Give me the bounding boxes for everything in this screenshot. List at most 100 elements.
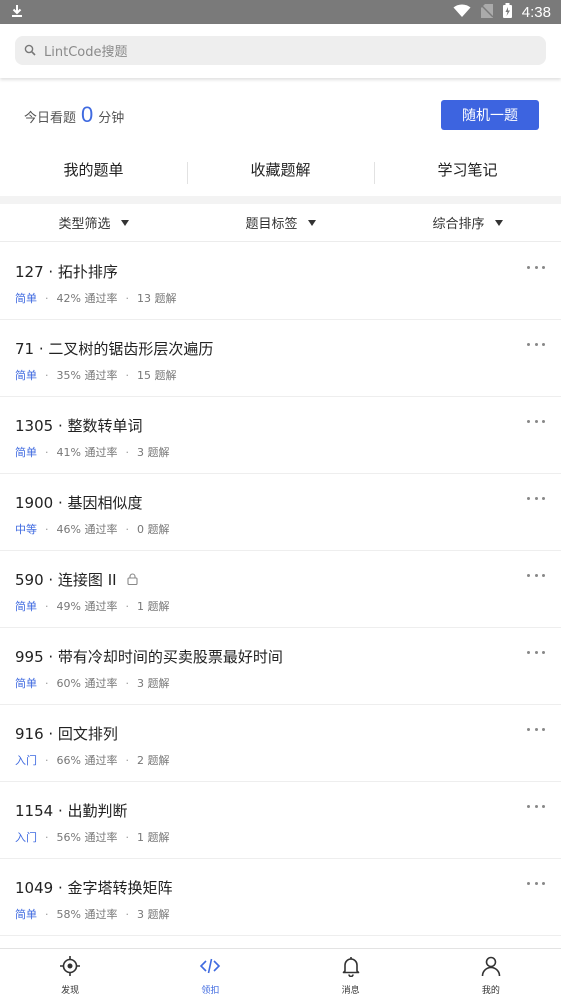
problem-title-text: 995 · 带有冷却时间的买卖股票最好时间 [15, 648, 283, 666]
list-item[interactable]: 995 · 带有冷却时间的买卖股票最好时间 简单 · 60% 通过率 · 3 题解 [0, 628, 561, 705]
more-options-icon[interactable] [527, 413, 545, 429]
search-placeholder: LintCode搜题 [44, 45, 128, 60]
nav-profile[interactable]: 我的 [421, 949, 561, 997]
user-icon [480, 955, 502, 981]
tab-my-lists[interactable]: 我的题单 [0, 159, 187, 180]
problem-title: 995 · 带有冷却时间的买卖股票最好时间 [15, 646, 283, 667]
filter-sort-label: 综合排序 [432, 217, 485, 232]
solution-count: 1 题解 [136, 831, 170, 844]
today-count: 0 [81, 102, 94, 127]
problem-title: 1049 · 金字塔转换矩阵 [15, 877, 172, 898]
search-input[interactable]: LintCode搜题 [15, 36, 546, 65]
list-item[interactable]: 916 · 回文排列 入门 · 66% 通过率 · 2 题解 [0, 705, 561, 782]
problem-meta: 入门 · 66% 通过率 · 2 题解 [15, 752, 169, 768]
more-options-icon[interactable] [527, 721, 545, 737]
list-item[interactable]: 1154 · 出勤判断 入门 · 56% 通过率 · 1 题解 [0, 782, 561, 859]
today-stats-row: 今日看题 0 分钟 随机一题 [0, 90, 561, 150]
section-divider [0, 196, 561, 204]
nav-discover-label: 发现 [61, 986, 80, 996]
solution-count: 3 题解 [136, 446, 170, 459]
separator-dot: · [45, 907, 49, 921]
list-item[interactable]: 71 · 二叉树的锯齿形层次遍历 简单 · 35% 通过率 · 15 题解 [0, 320, 561, 397]
filter-tags[interactable]: 题目标签 [187, 213, 374, 232]
problem-title: 1154 · 出勤判断 [15, 800, 127, 821]
list-item[interactable]: 1049 · 金字塔转换矩阵 简单 · 58% 通过率 · 3 题解 [0, 859, 561, 936]
nav-messages[interactable]: 消息 [281, 949, 421, 997]
caret-down-icon [120, 219, 129, 226]
pass-rate: 42% 通过率 [56, 292, 118, 305]
more-options-icon[interactable] [527, 644, 545, 660]
tabs-row: 我的题单 收藏题解 学习笔记 [0, 152, 561, 186]
solution-count: 3 题解 [136, 908, 170, 921]
separator-dot: · [45, 291, 49, 305]
separator-dot: · [125, 907, 129, 921]
more-options-icon[interactable] [527, 798, 545, 814]
wifi-icon [453, 3, 471, 22]
list-item[interactable]: 1900 · 基因相似度 中等 · 46% 通过率 · 0 题解 [0, 474, 561, 551]
pass-rate: 46% 通过率 [56, 523, 118, 536]
filter-type[interactable]: 类型筛选 [0, 213, 187, 232]
nav-messages-label: 消息 [341, 986, 360, 996]
status-bar: 4:38 [0, 0, 561, 24]
separator-dot: · [125, 599, 129, 613]
problem-title: 1305 · 整数转单词 [15, 415, 142, 436]
separator-dot: · [125, 753, 129, 767]
filter-tags-label: 题目标签 [245, 217, 298, 232]
more-options-icon[interactable] [527, 336, 545, 352]
problem-title: 71 · 二叉树的锯齿形层次遍历 [15, 338, 213, 359]
lock-icon [127, 571, 138, 589]
today-suffix: 分钟 [98, 111, 125, 126]
problem-title: 590 · 连接图 II [15, 569, 138, 590]
nav-lintcode-label: 领扣 [201, 986, 220, 996]
list-item[interactable]: 127 · 拓扑排序 简单 · 42% 通过率 · 13 题解 [0, 243, 561, 320]
problem-title-text: 916 · 回文排列 [15, 725, 118, 743]
separator-dot: · [45, 368, 49, 382]
bell-icon [340, 955, 362, 981]
separator-dot: · [125, 522, 129, 536]
problem-meta: 入门 · 56% 通过率 · 1 题解 [15, 829, 169, 845]
bottom-nav: 发现 领扣 消息 我的 [0, 948, 561, 997]
pass-rate: 56% 通过率 [56, 831, 118, 844]
more-options-icon[interactable] [527, 490, 545, 506]
list-item[interactable]: 590 · 连接图 II 简单 · 49% 通过率 · 1 题解 [0, 551, 561, 628]
problem-meta: 简单 · 42% 通过率 · 13 题解 [15, 290, 176, 306]
more-options-icon[interactable] [527, 875, 545, 891]
list-item[interactable]: 1305 · 整数转单词 简单 · 41% 通过率 · 3 题解 [0, 397, 561, 474]
separator-dot: · [45, 753, 49, 767]
difficulty-label: 简单 [15, 677, 37, 690]
no-sim-icon [480, 3, 494, 22]
search-bar-container: LintCode搜题 [0, 24, 561, 78]
download-icon [10, 3, 24, 22]
separator-dot: · [45, 522, 49, 536]
separator-dot: · [45, 830, 49, 844]
pass-rate: 60% 通过率 [56, 677, 118, 690]
more-options-icon[interactable] [527, 259, 545, 275]
random-problem-button[interactable]: 随机一题 [441, 100, 539, 130]
tab-study-notes[interactable]: 学习笔记 [374, 159, 561, 184]
difficulty-label: 简单 [15, 369, 37, 382]
difficulty-label: 中等 [15, 523, 37, 536]
difficulty-label: 简单 [15, 446, 37, 459]
solution-count: 1 题解 [136, 600, 170, 613]
solution-count: 2 题解 [136, 754, 170, 767]
nav-lintcode[interactable]: 领扣 [140, 949, 280, 997]
pass-rate: 41% 通过率 [56, 446, 118, 459]
problem-title-text: 1305 · 整数转单词 [15, 417, 143, 435]
pass-rate: 49% 通过率 [56, 600, 118, 613]
separator-dot: · [125, 368, 129, 382]
problem-title-text: 127 · 拓扑排序 [15, 263, 118, 281]
more-options-icon[interactable] [527, 567, 545, 583]
nav-discover[interactable]: 发现 [0, 949, 140, 997]
filter-sort[interactable]: 综合排序 [374, 213, 561, 232]
separator-dot: · [45, 676, 49, 690]
problem-title-text: 590 · 连接图 II [15, 571, 117, 589]
solution-count: 13 题解 [136, 292, 177, 305]
tab-saved-solutions[interactable]: 收藏题解 [187, 159, 374, 184]
problem-title: 1900 · 基因相似度 [15, 492, 142, 513]
problem-meta: 中等 · 46% 通过率 · 0 题解 [15, 521, 169, 537]
problem-title-text: 1049 · 金字塔转换矩阵 [15, 879, 173, 897]
problem-title-text: 1900 · 基因相似度 [15, 494, 143, 512]
problem-meta: 简单 · 35% 通过率 · 15 题解 [15, 367, 176, 383]
filter-row: 类型筛选 题目标签 综合排序 [0, 204, 561, 242]
difficulty-label: 简单 [15, 292, 37, 305]
